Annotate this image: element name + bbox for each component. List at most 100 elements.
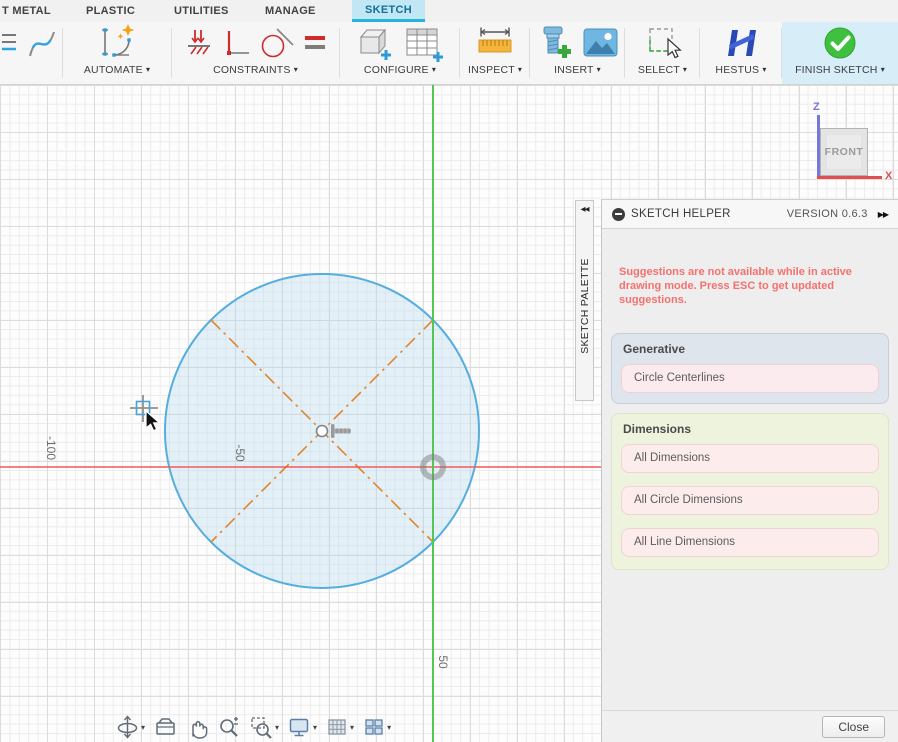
chevron-down-icon: ▾ <box>597 65 601 74</box>
chevron-down-icon: ▾ <box>141 723 145 732</box>
configure-dropdown[interactable]: CONFIGURE ▾ <box>364 64 436 76</box>
viewcube-x-axis <box>817 176 882 179</box>
fix-constraint-icon[interactable] <box>185 27 213 59</box>
tab-sketch[interactable]: SKETCH <box>352 0 425 22</box>
all-dimensions-button[interactable]: All Dimensions <box>621 444 879 473</box>
viewcube-z-label: Z <box>813 101 820 113</box>
suggestions-warning-text: Suggestions are not available while in a… <box>619 265 885 307</box>
toolgroup-insert: INSERT ▾ <box>530 22 625 84</box>
zoom-window-icon <box>250 716 273 739</box>
select-dropdown[interactable]: SELECT ▾ <box>638 64 687 76</box>
insert-image-icon[interactable] <box>582 26 620 60</box>
viewcube-x-label: X <box>885 170 892 182</box>
circle-centerlines-button[interactable]: Circle Centerlines <box>621 364 879 393</box>
toolgroup-inspect: INSPECT ▾ <box>460 22 530 84</box>
constraints-dropdown[interactable]: CONSTRAINTS ▾ <box>213 64 298 76</box>
inspect-dropdown[interactable]: INSPECT ▾ <box>468 64 522 76</box>
tab-utilities[interactable]: UTILITIES <box>174 0 229 22</box>
chevron-down-icon: ▾ <box>881 65 885 74</box>
chevron-down-icon: ▾ <box>146 65 150 74</box>
chevron-down-icon: ▾ <box>350 723 354 732</box>
insert-bolt-icon[interactable] <box>536 23 574 63</box>
generative-section-title: Generative <box>623 342 879 356</box>
offset-lines-icon[interactable] <box>2 26 18 60</box>
ribbon-tabbar: T METAL PLASTIC UTILITIES MANAGE SKETCH <box>0 0 898 22</box>
zoom-icon <box>218 716 241 739</box>
collapse-left-icon: ◀◀ <box>581 205 589 213</box>
inspect-ruler-icon[interactable] <box>475 25 515 61</box>
orbit-icon <box>116 715 139 739</box>
orbit-button[interactable]: ▾ <box>116 715 145 739</box>
toolgroup-select: SELECT ▾ <box>625 22 700 84</box>
toolgroup-create-partial <box>0 22 62 84</box>
axis-label-x-100: -100 <box>44 436 58 460</box>
close-button[interactable]: Close <box>822 716 885 738</box>
chevron-down-icon: ▾ <box>762 65 766 74</box>
sketch-palette-tab[interactable]: ◀◀ SKETCH PALETTE <box>575 200 594 401</box>
display-settings-button[interactable]: ▾ <box>288 716 317 738</box>
chevron-down-icon: ▾ <box>432 65 436 74</box>
viewports-icon <box>363 716 385 738</box>
perpendicular-constraint-icon[interactable] <box>221 28 251 58</box>
chevron-down-icon: ▾ <box>275 723 279 732</box>
sketch-palette-label: SKETCH PALETTE <box>579 259 591 355</box>
chevron-down-icon: ▾ <box>683 65 687 74</box>
chevron-down-icon: ▾ <box>518 65 522 74</box>
select-box-icon[interactable] <box>644 25 682 61</box>
viewcube: Z FRONT X <box>800 93 895 188</box>
hestus-logo-icon[interactable] <box>723 25 759 61</box>
tab-manage[interactable]: MANAGE <box>265 0 316 22</box>
dimensions-section-title: Dimensions <box>623 422 879 436</box>
hestus-dropdown[interactable]: HESTUS ▾ <box>715 64 766 76</box>
mouse-cursor-icon <box>146 411 159 431</box>
look-at-icon <box>154 716 177 738</box>
viewports-button[interactable]: ▾ <box>363 716 391 738</box>
grid-settings-icon <box>326 716 348 738</box>
configure-box-icon[interactable] <box>355 23 395 63</box>
display-settings-icon <box>288 716 311 738</box>
toolgroup-automate: AUTOMATE ▾ <box>63 22 171 84</box>
viewcube-front-face[interactable]: FRONT <box>820 128 868 176</box>
finish-sketch-dropdown[interactable]: FINISH SKETCH ▾ <box>795 64 885 76</box>
expand-right-icon[interactable]: ▶▶ <box>878 210 888 219</box>
tab-metal[interactable]: T METAL <box>2 0 51 22</box>
toolgroup-hestus: HESTUS ▾ <box>700 22 782 84</box>
toolgroup-finish-sketch: FINISH SKETCH ▾ <box>782 22 898 84</box>
ribbon-toolbar: AUTOMATE ▾ <box>0 22 898 85</box>
sketch-helper-body: Suggestions are not available while in a… <box>602 265 898 570</box>
tab-plastic[interactable]: PLASTIC <box>86 0 135 22</box>
equal-constraint-icon[interactable] <box>303 32 327 54</box>
circle-center-point[interactable] <box>317 426 328 437</box>
sketch-helper-footer: Close <box>602 710 898 742</box>
generative-section: Generative Circle Centerlines <box>611 333 889 404</box>
axis-label-x-50: -50 <box>233 444 247 461</box>
all-line-dimensions-button[interactable]: All Line Dimensions <box>621 528 879 557</box>
toolgroup-configure: CONFIGURE ▾ <box>340 22 460 84</box>
dimensions-section: Dimensions All Dimensions All Circle Dim… <box>611 413 889 570</box>
pan-button[interactable] <box>186 716 209 739</box>
insert-dropdown[interactable]: INSERT ▾ <box>554 64 601 76</box>
automate-dropdown[interactable]: AUTOMATE ▾ <box>84 64 150 76</box>
configure-table-icon[interactable] <box>403 23 445 63</box>
zoom-window-button[interactable]: ▾ <box>250 716 279 739</box>
sketch-helper-header: SKETCH HELPER VERSION 0.6.3 ▶▶ <box>602 200 898 229</box>
pan-hand-icon <box>186 716 209 739</box>
collapse-circle-icon[interactable] <box>612 208 625 221</box>
toolgroup-constraints: CONSTRAINTS ▾ <box>172 22 339 84</box>
sketch-helper-panel: SKETCH HELPER VERSION 0.6.3 ▶▶ Suggestio… <box>601 199 898 742</box>
panel-title: SKETCH HELPER <box>631 208 731 220</box>
fusion-sketch-app: T METAL PLASTIC UTILITIES MANAGE SKETCH <box>0 0 898 742</box>
axis-label-y-50: 50 <box>436 655 450 668</box>
finish-sketch-check-icon[interactable] <box>820 23 860 63</box>
tangent-constraint-icon[interactable] <box>259 27 295 59</box>
all-circle-dimensions-button[interactable]: All Circle Dimensions <box>621 486 879 515</box>
spline-icon[interactable] <box>26 25 60 61</box>
navigation-bar: ▾ <box>116 712 391 742</box>
look-at-button[interactable] <box>154 716 177 738</box>
automate-dimension-icon[interactable] <box>97 23 137 63</box>
chevron-down-icon: ▾ <box>294 65 298 74</box>
zoom-button[interactable] <box>218 716 241 739</box>
chevron-down-icon: ▾ <box>313 723 317 732</box>
panel-version: VERSION 0.6.3 <box>787 208 868 220</box>
grid-settings-button[interactable]: ▾ <box>326 716 354 738</box>
